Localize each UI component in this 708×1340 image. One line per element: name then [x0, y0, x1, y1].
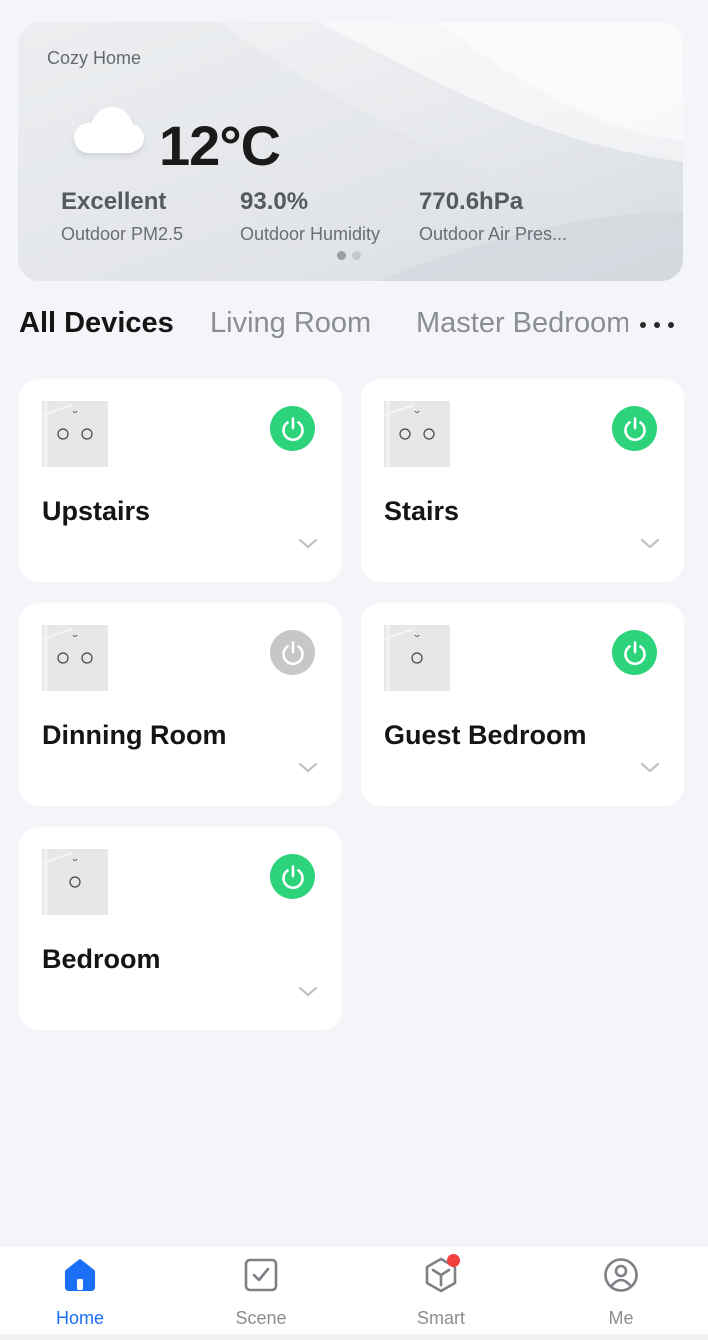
page-indicator [337, 251, 361, 260]
scene-checkbox-icon [244, 1258, 278, 1292]
cloud-icon [74, 107, 144, 153]
nav-label: Me [608, 1308, 634, 1328]
power-icon [623, 416, 646, 441]
stat-air-pressure: 770.6hPa Outdoor Air Pres... [419, 188, 568, 245]
device-name: Bedroom [42, 944, 161, 974]
chevron-down-icon[interactable] [297, 537, 319, 551]
switch-thumbnail [42, 849, 108, 915]
bottom-nav: Home Scene Smart Me [0, 1245, 708, 1340]
switch-thumbnail [384, 625, 450, 691]
device-name: Guest Bedroom [384, 720, 587, 750]
page-dot-active [337, 251, 346, 260]
tab-all-devices[interactable]: All Devices [19, 307, 174, 340]
power-button[interactable] [270, 630, 315, 675]
nav-me[interactable]: Me [561, 1246, 681, 1340]
power-button[interactable] [612, 630, 657, 675]
profile-icon [604, 1258, 638, 1292]
notification-badge [447, 1254, 460, 1267]
power-icon [281, 416, 304, 441]
home-icon [65, 1259, 95, 1291]
chevron-down-icon[interactable] [297, 985, 319, 999]
tab-living-room[interactable]: Living Room [210, 307, 371, 340]
device-card-stairs[interactable]: Stairs [361, 379, 684, 582]
two-gang-switch-icon [42, 401, 93, 467]
page-dot [352, 251, 361, 260]
tab-master-bedroom[interactable]: Master Bedroom [416, 307, 628, 340]
power-icon [281, 640, 304, 665]
nav-home[interactable]: Home [20, 1246, 140, 1340]
stat-pm25: Excellent Outdoor PM2.5 [61, 188, 184, 245]
power-button[interactable] [612, 406, 657, 451]
switch-thumbnail [384, 401, 450, 467]
nav-label: Smart [416, 1308, 465, 1328]
one-gang-switch-icon [42, 849, 81, 915]
room-tabs: All Devices Living Room Master Bedroom [0, 303, 708, 347]
switch-thumbnail [42, 625, 108, 691]
stat-value: 770.6hPa [419, 188, 524, 215]
home-name[interactable]: Cozy Home [47, 48, 141, 69]
more-dots-icon[interactable] [638, 307, 676, 343]
nav-label: Scene [235, 1308, 287, 1328]
power-icon [623, 640, 646, 665]
power-icon [281, 864, 304, 889]
switch-thumbnail [42, 401, 108, 467]
temperature: 12°C [159, 114, 281, 177]
device-card-bedroom[interactable]: Bedroom [19, 827, 342, 1030]
device-card-upstairs[interactable]: Upstairs [19, 379, 342, 582]
device-card-dinning-room[interactable]: Dinning Room [19, 603, 342, 806]
power-button[interactable] [270, 406, 315, 451]
stat-label: Outdoor Humidity [240, 224, 381, 245]
nav-scene[interactable]: Scene [201, 1246, 321, 1340]
device-name: Dinning Room [42, 720, 227, 750]
stat-label: Outdoor PM2.5 [61, 224, 184, 245]
stat-value: 93.0% [240, 188, 309, 215]
device-name: Stairs [384, 496, 460, 526]
two-gang-switch-icon [42, 625, 93, 691]
stat-label: Outdoor Air Pres... [419, 224, 568, 245]
device-name: Upstairs [42, 496, 151, 526]
stat-value: Excellent [61, 188, 167, 215]
one-gang-switch-icon [384, 625, 423, 691]
tab-master-bedroom-container: Master Bedroom [416, 303, 628, 347]
nav-label: Home [55, 1308, 104, 1328]
chevron-down-icon[interactable] [297, 761, 319, 775]
chevron-down-icon[interactable] [639, 761, 661, 775]
stat-humidity: 93.0% Outdoor Humidity [240, 188, 381, 245]
two-gang-switch-icon [384, 401, 435, 467]
bottom-edge [0, 1334, 708, 1340]
chevron-down-icon[interactable] [639, 537, 661, 551]
weather-card[interactable]: Cozy Home 12°C Excellent Outdoor PM2.5 9… [18, 22, 683, 281]
device-card-guest-bedroom[interactable]: Guest Bedroom [361, 603, 684, 806]
nav-smart[interactable]: Smart [381, 1246, 501, 1340]
power-button[interactable] [270, 854, 315, 899]
